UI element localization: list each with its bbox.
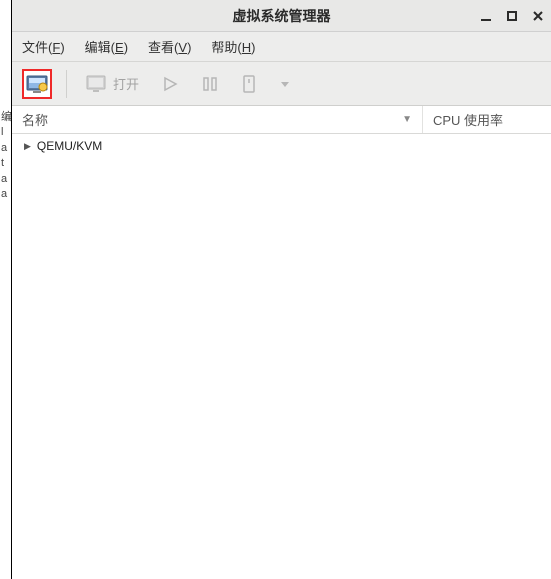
- maximize-button[interactable]: [505, 9, 519, 23]
- monitor-icon: [85, 74, 107, 94]
- window-controls: [479, 9, 545, 23]
- column-cpu-label: CPU 使用率: [433, 110, 503, 129]
- close-icon: [532, 10, 544, 22]
- connection-list[interactable]: ▶ QEMU/KVM: [12, 134, 551, 579]
- column-cpu[interactable]: CPU 使用率: [423, 106, 551, 133]
- toolbar-separator: [66, 70, 67, 98]
- run-button[interactable]: [157, 69, 183, 99]
- expand-icon[interactable]: ▶: [24, 141, 31, 152]
- open-button[interactable]: 打开: [81, 69, 143, 99]
- open-label: 打开: [113, 74, 139, 93]
- columns-header: 名称 ▼ CPU 使用率: [12, 106, 551, 134]
- shutdown-button[interactable]: [237, 69, 261, 99]
- pause-icon: [201, 75, 219, 93]
- chevron-down-icon: [279, 78, 291, 90]
- menubar: 文件(F) 编辑(E) 查看(V) 帮助(H): [12, 32, 551, 62]
- shutdown-menu-button[interactable]: [275, 69, 295, 99]
- shutdown-icon: [241, 74, 257, 94]
- sort-indicator-icon: ▼: [402, 114, 412, 125]
- window-title: 虚拟系统管理器: [233, 6, 331, 26]
- menu-help[interactable]: 帮助(H): [211, 37, 255, 56]
- menu-file[interactable]: 文件(F): [22, 37, 65, 56]
- column-name[interactable]: 名称 ▼: [12, 106, 423, 133]
- minimize-icon: [480, 10, 492, 22]
- column-name-label: 名称: [22, 110, 48, 129]
- toolbar: 打开: [12, 62, 551, 106]
- list-item-label: QEMU/KVM: [37, 139, 102, 153]
- new-vm-button[interactable]: [22, 69, 52, 99]
- new-vm-icon: [26, 74, 48, 94]
- close-button[interactable]: [531, 9, 545, 23]
- play-icon: [161, 75, 179, 93]
- menu-view[interactable]: 查看(V): [148, 37, 191, 56]
- pause-button[interactable]: [197, 69, 223, 99]
- menu-edit[interactable]: 编辑(E): [85, 37, 128, 56]
- background-window-strip: 编 l a t a a: [0, 0, 12, 579]
- minimize-button[interactable]: [479, 9, 493, 23]
- maximize-icon: [506, 10, 518, 22]
- titlebar: 虚拟系统管理器: [12, 0, 551, 32]
- list-item[interactable]: ▶ QEMU/KVM: [12, 134, 551, 158]
